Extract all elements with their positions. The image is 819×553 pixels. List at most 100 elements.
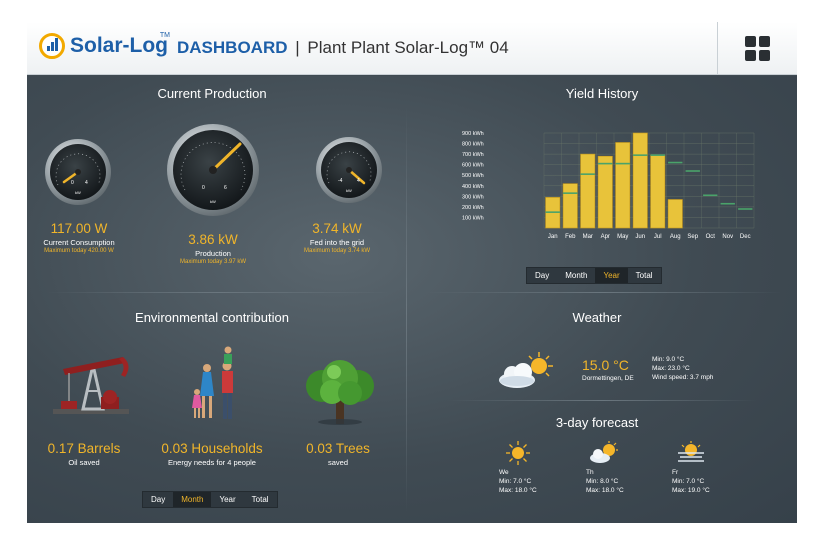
env-tab-day[interactable]: Day: [143, 492, 173, 507]
forecast-min: Min: 7.0 °C: [499, 478, 532, 485]
weather-wind: Wind speed: 3.7 mph: [652, 374, 714, 381]
dashboard-label: DASHBOARD: [177, 38, 288, 57]
x-tick-label: Sep: [687, 234, 698, 240]
yield-bar: [580, 153, 596, 229]
x-tick-label: Jan: [548, 234, 558, 240]
gauges: 0 4 kW 0 6 kW -4 4 kW: [45, 124, 382, 216]
grid-icon: [745, 36, 770, 61]
environmental-period-tabs: Day Month Year Total: [142, 491, 278, 508]
x-tick-label: Jul: [654, 234, 662, 240]
production-readout: 3.86 kW Production Maximum today 3.97 kW: [173, 232, 253, 265]
forecast-day-name: We: [499, 469, 509, 476]
production-unit: kW: [210, 199, 216, 204]
trees-value: 0.03 Trees: [306, 441, 370, 456]
yield-tab-year[interactable]: Year: [595, 268, 628, 283]
grid-feed-max: Maximum today 3.74 kW: [303, 248, 371, 254]
grid-feed-label: Fed into the grid: [309, 238, 365, 247]
environmental-title: Environmental contribution: [135, 310, 289, 325]
yield-bar: [650, 154, 666, 229]
yield-period-tabs: Day Month Year Total: [526, 267, 662, 284]
grid-feed-readout: 3.74 kW Fed into the grid Maximum today …: [297, 221, 377, 254]
households-label: Energy needs for 4 people: [168, 458, 256, 467]
weather-min: Min: 9.0 °C: [652, 356, 685, 363]
consumption-readout: 117.00 W Current Consumption Maximum tod…: [39, 221, 119, 254]
y-tick-label: 500 kWh: [462, 173, 484, 179]
tree-icon: [306, 360, 374, 425]
y-tick-label: 400 kWh: [462, 184, 484, 190]
env-tab-total[interactable]: Total: [244, 492, 277, 507]
grid-feed-value: 3.74 kW: [312, 221, 362, 236]
yield-bar: [667, 199, 683, 229]
households-readout: 0.03 Households Energy needs for 4 peopl…: [152, 441, 272, 467]
top-bar: Solar-Log TM DASHBOARD | Plant Plant Sola…: [27, 22, 797, 75]
consumption-tick-min: 0: [71, 180, 74, 186]
forecast-min: Min: 8.0 °C: [586, 478, 619, 485]
production-tick-max: 6: [224, 185, 227, 191]
forecast-day-3: Fr Min: 7.0 °C Max: 19.0 °C: [672, 468, 710, 495]
production-value: 3.86 kW: [188, 232, 238, 247]
x-tick-label: Nov: [722, 234, 733, 240]
family-icon: [192, 346, 233, 419]
title-separator: |: [295, 38, 300, 57]
forecast-day-2: Th Min: 8.0 °C Max: 18.0 °C: [586, 468, 624, 495]
current-production-title: Current Production: [157, 86, 267, 101]
weather-today-details: Min: 9.0 °C Max: 23.0 °C Wind speed: 3.7…: [652, 355, 713, 382]
trees-label: saved: [327, 458, 348, 467]
partly-cloudy-icon: [499, 352, 553, 388]
x-tick-label: Dec: [740, 234, 751, 240]
y-tick-label: 300 kWh: [462, 194, 484, 200]
x-tick-label: Apr: [601, 234, 610, 240]
menu-grid-button[interactable]: [717, 22, 797, 75]
oil-saved-value: 0.17 Barrels: [47, 441, 121, 456]
weather-divider: [447, 400, 757, 401]
y-tick-label: 200 kWh: [462, 205, 484, 211]
y-tick-label: 100 kWh: [462, 215, 484, 221]
yield-chart: 900 kWh 800 kWh 700 kWh 600 kWh 500 kWh 400 k…: [462, 131, 755, 240]
sun-icon: [506, 441, 530, 465]
solar-log-logo[interactable]: Solar-Log TM: [39, 32, 170, 59]
fog-sun-icon: [678, 441, 704, 462]
y-tick-label: 700 kWh: [462, 152, 484, 158]
grid-feed-tick-max: 4: [357, 178, 360, 184]
oil-saved-readout: 0.17 Barrels Oil saved: [39, 441, 129, 467]
grid-feed-tick-min: -4: [338, 178, 343, 184]
forecast-day-1: We Min: 7.0 °C Max: 18.0 °C: [499, 468, 537, 495]
y-tick-label: 800 kWh: [462, 142, 484, 148]
forecast-day-name: Th: [586, 469, 594, 476]
page-title: DASHBOARD | Plant Plant Solar-Log™ 04: [177, 38, 509, 58]
oil-saved-label: Oil saved: [68, 458, 100, 467]
x-tick-label: Mar: [583, 234, 593, 240]
forecast-day-name: Fr: [672, 469, 679, 476]
x-tick-label: Feb: [565, 234, 576, 240]
forecast-max: Max: 18.0 °C: [499, 487, 537, 494]
forecast-max: Max: 19.0 °C: [672, 487, 710, 494]
consumption-label: Current Consumption: [43, 238, 115, 247]
yield-tab-month[interactable]: Month: [557, 268, 595, 283]
yield-tab-day[interactable]: Day: [527, 268, 557, 283]
partly-cloudy-icon: [590, 441, 618, 463]
logo-text: Solar-Log TM: [70, 32, 170, 57]
dashboard-app: Solar-Log TM DASHBOARD | Plant Plant Sola…: [27, 22, 797, 523]
weather-location: Dormettingen, DE: [582, 375, 634, 382]
consumption-unit: kW: [75, 190, 81, 195]
vertical-divider: [406, 107, 407, 512]
production-gauge: 0 6 kW: [167, 124, 259, 216]
forecast-max: Max: 18.0 °C: [586, 487, 624, 494]
right-divider: [422, 292, 782, 293]
grid-feed-gauge: -4 4 kW: [316, 137, 382, 203]
env-tab-month[interactable]: Month: [173, 492, 212, 507]
x-tick-label: May: [617, 234, 628, 240]
logo-icon: [39, 33, 65, 59]
yield-bar: [597, 155, 613, 229]
yield-bar: [632, 132, 648, 229]
forecast-title: 3-day forecast: [555, 415, 639, 430]
x-tick-label: Aug: [670, 234, 681, 240]
forecast-min: Min: 7.0 °C: [672, 478, 705, 485]
env-tab-year[interactable]: Year: [211, 492, 243, 507]
yield-tab-total[interactable]: Total: [628, 268, 661, 283]
oil-pump-icon: [53, 357, 129, 414]
yield-bar: [615, 142, 631, 229]
plant-name: Plant Plant Solar-Log™ 04: [307, 38, 509, 57]
current-temperature: 15.0 °C: [582, 357, 629, 373]
production-tick-min: 0: [202, 185, 205, 191]
